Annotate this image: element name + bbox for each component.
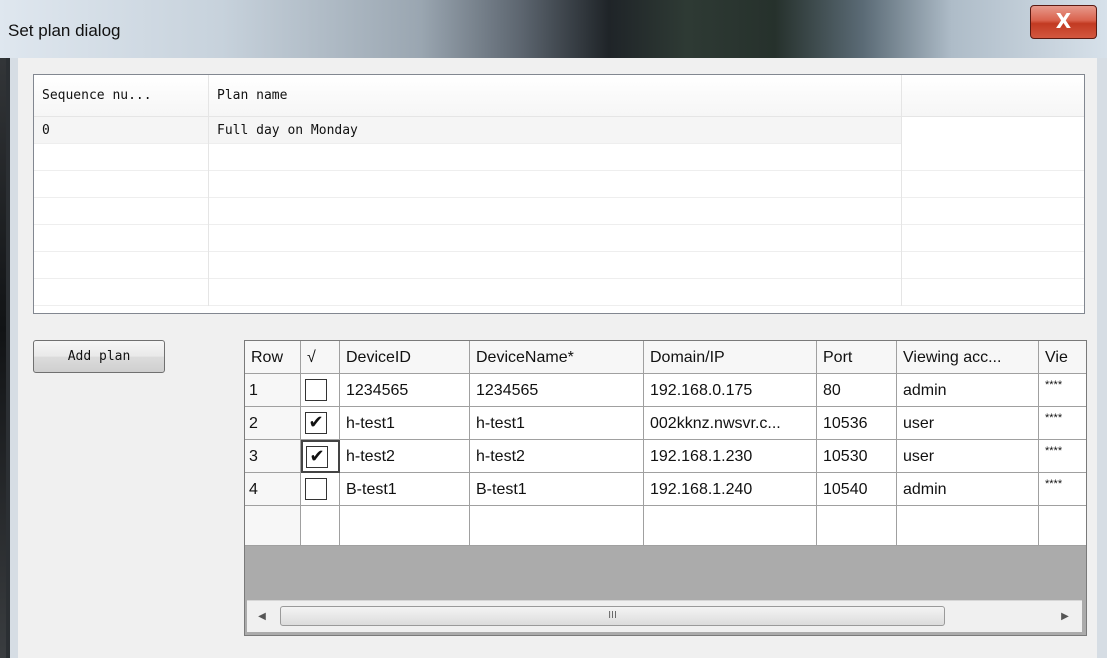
close-icon: X bbox=[1055, 9, 1072, 33]
column-header-sequence[interactable]: Sequence nu... bbox=[34, 75, 209, 117]
plan-row-empty bbox=[34, 252, 1084, 279]
plan-row-empty bbox=[34, 144, 1084, 171]
device-grid[interactable]: Row √ DeviceID DeviceName* Domain/IP Por… bbox=[244, 340, 1087, 636]
viewing-account-cell[interactable]: user bbox=[897, 407, 1039, 440]
column-header-plan-name[interactable]: Plan name bbox=[209, 75, 902, 117]
column-header-row[interactable]: Row bbox=[245, 341, 301, 374]
device-name-cell[interactable]: h-test1 bbox=[470, 407, 644, 440]
row-checkbox[interactable] bbox=[305, 379, 327, 401]
device-id-cell[interactable]: h-test2 bbox=[340, 440, 470, 473]
port-cell[interactable]: 10540 bbox=[817, 473, 897, 506]
empty-cell[interactable] bbox=[817, 506, 897, 546]
grid-header-row: Row √ DeviceID DeviceName* Domain/IP Por… bbox=[245, 341, 1086, 374]
viewing-account-cell[interactable]: admin bbox=[897, 473, 1039, 506]
empty-cell[interactable] bbox=[1039, 506, 1086, 546]
plan-row-empty bbox=[34, 198, 1084, 225]
row-number-cell: 3 bbox=[245, 440, 301, 473]
device-name-cell[interactable]: 1234565 bbox=[470, 374, 644, 407]
empty-cell bbox=[209, 252, 902, 279]
empty-cell bbox=[34, 198, 209, 225]
grip-icon: III bbox=[608, 610, 617, 621]
device-name-cell[interactable]: B-test1 bbox=[470, 473, 644, 506]
plan-row-empty bbox=[34, 279, 1084, 306]
device-id-cell[interactable]: h-test1 bbox=[340, 407, 470, 440]
port-cell[interactable]: 10530 bbox=[817, 440, 897, 473]
row-number-cell: 2 bbox=[245, 407, 301, 440]
empty-cell bbox=[34, 144, 209, 171]
checkbox-cell bbox=[301, 374, 340, 407]
row-checkbox[interactable] bbox=[305, 478, 327, 500]
empty-cell[interactable] bbox=[340, 506, 470, 546]
domain-ip-cell[interactable]: 192.168.1.230 bbox=[644, 440, 817, 473]
table-row[interactable]: 4 B-test1 B-test1 192.168.1.240 10540 ad… bbox=[245, 473, 1086, 506]
horizontal-scrollbar[interactable]: ◀ III ▶ bbox=[247, 600, 1082, 632]
row-number-cell bbox=[245, 506, 301, 546]
scroll-right-icon[interactable]: ▶ bbox=[1050, 601, 1080, 632]
table-row[interactable]: 2 ✔ h-test1 h-test1 002kknz.nwsvr.c... 1… bbox=[245, 407, 1086, 440]
title-bar[interactable]: Set plan dialog X bbox=[0, 0, 1107, 58]
plan-sequence-cell: 0 bbox=[34, 117, 209, 144]
empty-cell bbox=[209, 279, 902, 306]
column-header-check[interactable]: √ bbox=[301, 341, 340, 374]
device-name-cell[interactable]: h-test2 bbox=[470, 440, 644, 473]
window-frame-right bbox=[1097, 58, 1107, 658]
column-header-empty bbox=[902, 75, 1084, 117]
close-button[interactable]: X bbox=[1030, 5, 1097, 39]
plan-list[interactable]: Sequence nu... Plan name 0 Full day on M… bbox=[33, 74, 1085, 314]
plan-row-empty bbox=[34, 171, 1084, 198]
window-frame-left bbox=[10, 58, 18, 658]
viewing-password-cell[interactable]: **** bbox=[1039, 473, 1086, 506]
empty-cell bbox=[209, 198, 902, 225]
empty-cell bbox=[34, 171, 209, 198]
column-header-domain-ip[interactable]: Domain/IP bbox=[644, 341, 817, 374]
device-id-cell[interactable]: 1234565 bbox=[340, 374, 470, 407]
dialog-title: Set plan dialog bbox=[8, 21, 121, 40]
row-number-cell: 4 bbox=[245, 473, 301, 506]
checkbox-cell: ✔ bbox=[301, 440, 340, 473]
empty-cell[interactable] bbox=[644, 506, 817, 546]
domain-ip-cell[interactable]: 002kknz.nwsvr.c... bbox=[644, 407, 817, 440]
checkbox-cell: ✔ bbox=[301, 407, 340, 440]
scrollbar-thumb[interactable]: III bbox=[280, 606, 945, 626]
empty-cell bbox=[34, 279, 209, 306]
viewing-account-cell[interactable]: user bbox=[897, 440, 1039, 473]
row-checkbox[interactable]: ✔ bbox=[305, 412, 327, 434]
empty-cell[interactable] bbox=[897, 506, 1039, 546]
checkbox-cell bbox=[301, 473, 340, 506]
empty-cell[interactable] bbox=[470, 506, 644, 546]
domain-ip-cell[interactable]: 192.168.1.240 bbox=[644, 473, 817, 506]
port-cell[interactable]: 10536 bbox=[817, 407, 897, 440]
plan-row[interactable]: 0 Full day on Monday bbox=[34, 117, 1084, 144]
column-header-device-name[interactable]: DeviceName* bbox=[470, 341, 644, 374]
device-id-cell[interactable]: B-test1 bbox=[340, 473, 470, 506]
table-row[interactable]: 3 ✔ h-test2 h-test2 192.168.1.230 10530 … bbox=[245, 440, 1086, 473]
row-number-cell: 1 bbox=[245, 374, 301, 407]
table-row[interactable]: 1 1234565 1234565 192.168.0.175 80 admin… bbox=[245, 374, 1086, 407]
column-header-device-id[interactable]: DeviceID bbox=[340, 341, 470, 374]
empty-cell bbox=[34, 225, 209, 252]
plan-name-cell: Full day on Monday bbox=[209, 117, 902, 144]
empty-cell bbox=[209, 225, 902, 252]
domain-ip-cell[interactable]: 192.168.0.175 bbox=[644, 374, 817, 407]
empty-cell bbox=[209, 171, 902, 198]
viewing-password-cell[interactable]: **** bbox=[1039, 407, 1086, 440]
column-header-port[interactable]: Port bbox=[817, 341, 897, 374]
viewing-password-cell[interactable]: **** bbox=[1039, 374, 1086, 407]
add-plan-button[interactable]: Add plan bbox=[33, 340, 165, 373]
column-header-viewing-password[interactable]: Vie bbox=[1039, 341, 1086, 374]
set-plan-dialog: Set plan dialog X Sequence nu... Plan na… bbox=[0, 0, 1107, 658]
empty-cell bbox=[34, 252, 209, 279]
empty-cell[interactable] bbox=[301, 506, 340, 546]
column-header-viewing-account[interactable]: Viewing acc... bbox=[897, 341, 1039, 374]
new-row[interactable] bbox=[245, 506, 1086, 546]
empty-cell bbox=[209, 144, 902, 171]
port-cell[interactable]: 80 bbox=[817, 374, 897, 407]
scroll-left-icon[interactable]: ◀ bbox=[247, 601, 277, 632]
plan-row-empty bbox=[34, 225, 1084, 252]
row-checkbox[interactable]: ✔ bbox=[306, 446, 328, 468]
viewing-account-cell[interactable]: admin bbox=[897, 374, 1039, 407]
plan-extra-cell bbox=[902, 117, 1084, 144]
plan-list-header: Sequence nu... Plan name bbox=[34, 75, 1084, 117]
viewing-password-cell[interactable]: **** bbox=[1039, 440, 1086, 473]
